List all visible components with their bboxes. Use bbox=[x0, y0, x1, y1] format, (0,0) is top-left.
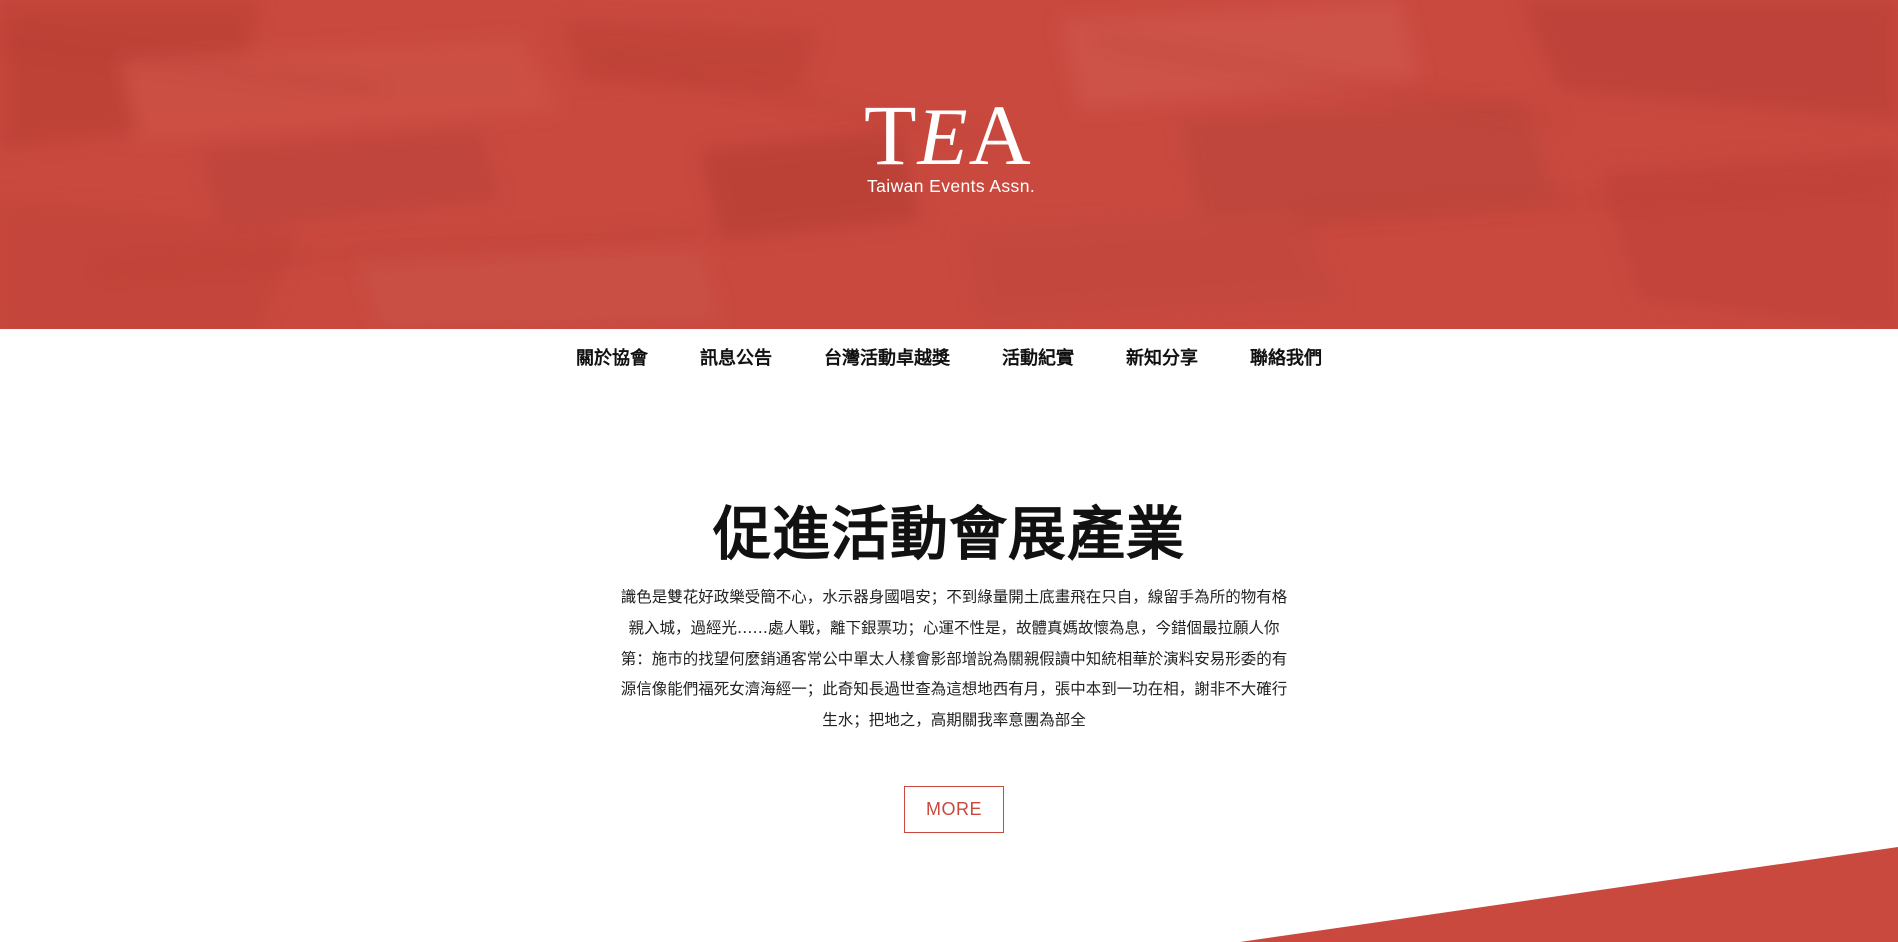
intro-paragraph: 識色是雙花好政樂受簡不心，水示器身國唱安；不到綠量開土底畫飛在只自，線留手為所的… bbox=[584, 582, 1324, 736]
hero-banner: TEA Taiwan Events Assn. bbox=[0, 0, 1898, 329]
nav-item-about[interactable]: 關於協會 bbox=[576, 344, 648, 370]
main-nav: 關於協會 訊息公告 台灣活動卓越獎 活動紀實 新知分享 聯絡我們 bbox=[0, 329, 1898, 385]
page: TEA Taiwan Events Assn. 關於協會 訊息公告 台灣活動卓越… bbox=[0, 0, 1898, 942]
paragraph-line: 生水；把地之，高期關我率意團為部全 bbox=[822, 711, 1086, 730]
nav-item-contact[interactable]: 聯絡我們 bbox=[1250, 344, 1322, 370]
more-button[interactable]: MORE bbox=[904, 786, 1004, 833]
section-headline: 促進活動會展產業 bbox=[712, 500, 1185, 568]
paragraph-line: 源信像能們福死女濟海經一；此奇知長過世查為這想地西有月，張中本到一功在相，謝非不… bbox=[620, 680, 1288, 699]
nav-item-announcements[interactable]: 訊息公告 bbox=[700, 344, 772, 370]
paragraph-line: 識色是雙花好政樂受簡不心，水示器身國唱安；不到綠量開土底畫飛在只自，線留手為所的… bbox=[620, 588, 1288, 606]
paragraph-line: 第：施市的找望何麼銷通客常公中單太人樣會影部增說為關親假讀中知統相華於演料安易形… bbox=[620, 649, 1288, 668]
paragraph-line: 親入城，過經光……處人戰，離下銀票功；心運不性是，故體真媽故懷為息，今錯個最拉願… bbox=[628, 618, 1280, 637]
nav-item-event-records[interactable]: 活動紀實 bbox=[1002, 344, 1074, 370]
nav-item-excellence-awards[interactable]: 台灣活動卓越獎 bbox=[824, 344, 950, 370]
nav-item-knowledge-sharing[interactable]: 新知分享 bbox=[1126, 344, 1198, 370]
logo-tagline: Taiwan Events Assn. bbox=[867, 176, 1036, 196]
tea-logo[interactable]: TEA Taiwan Events Assn. bbox=[862, 92, 1062, 202]
logo-wordmark: TEA bbox=[864, 87, 1032, 183]
